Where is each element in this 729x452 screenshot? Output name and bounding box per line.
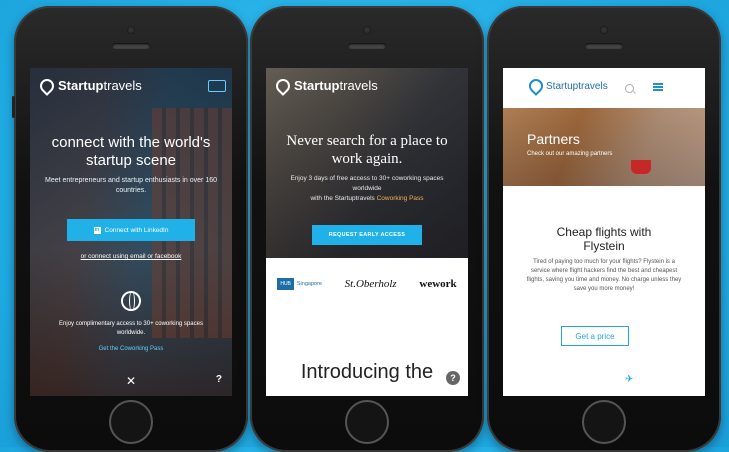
brand-logo[interactable]: Startuptravels [273,75,378,96]
menu-icon[interactable] [208,80,226,92]
request-early-access-button[interactable]: REQUEST EARLY ACCESS [312,225,422,245]
brand-logo[interactable]: Startuptravels [526,76,608,96]
location-pin-icon [273,75,293,96]
linkedin-icon: in [93,226,101,234]
intro-heading: Introducing the [300,361,434,383]
section-title: Cheap flights with Flystein [556,225,652,253]
hamburger-menu-icon[interactable] [653,83,663,91]
home-button [582,400,626,444]
plane-icon: ✈ [625,374,634,385]
brand-name: Startuptravels [546,80,608,92]
section-body: Tired of paying too much for your flight… [526,259,682,292]
phone-mockup-3: Startuptravels Partners Check out our am… [487,6,721,452]
home-button [345,400,389,444]
hero-subtitle: Check out our amazing partners [527,151,613,157]
hero-subtitle: Enjoy 3 days of free access to 30+ cowor… [290,175,444,202]
brand-name: Startuptravels [58,78,142,93]
phone1-screen: Startuptravels connect with the world's … [30,68,232,396]
location-pin-icon [37,75,57,96]
camera-icon [600,26,608,34]
speaker-grille [112,43,150,49]
connect-linkedin-button[interactable]: in Connect with LinkedIn [67,219,195,241]
coworking-pass-highlight: Coworking Pass [376,195,424,202]
hero-headline: Never search for a place to work again. [286,133,448,167]
volume-button [12,96,15,118]
get-a-price-button[interactable]: Get a price [561,326,629,346]
camera-icon [363,26,371,34]
speaker-grille [348,43,386,49]
phone3-screen: Startuptravels Partners Check out our am… [503,68,705,396]
home-button [109,400,153,444]
alt-connect-link[interactable]: or connect using email or facebook [30,253,232,260]
brand-logo[interactable]: Startuptravels [37,75,142,96]
hub-singapore-logo: HUB Singapore [277,278,322,290]
brand-name: Startuptravels [294,78,378,93]
wework-logo: wework [419,278,457,290]
location-pin-icon [526,76,546,96]
hero-image [503,108,705,186]
phone2-screen: Startuptravels Never search for a place … [266,68,468,396]
tools-icon: ✕ [126,374,137,388]
help-icon[interactable]: ? [446,371,460,385]
hero-title: Partners [527,131,580,147]
coworking-pass-link[interactable]: Get the Coworking Pass [30,346,232,352]
phone-mockup-2: Startuptravels Never search for a place … [250,6,484,452]
globe-icon [121,291,141,311]
perk-text: Enjoy complimentary access to 30+ cowork… [59,321,203,336]
hero-subtitle: Meet entrepreneurs and startup enthusias… [45,177,217,194]
help-icon[interactable]: ? [216,374,222,385]
coffee-cup-image [631,160,651,174]
search-icon[interactable] [625,84,634,93]
phone-mockup-1: Startuptravels connect with the world's … [12,6,248,452]
camera-icon [127,26,135,34]
st-oberholz-logo: St.Oberholz [344,278,397,290]
partner-logos: HUB Singapore St.Oberholz wework [266,278,468,290]
speaker-grille [585,43,623,49]
site-header: Startuptravels [503,68,705,108]
hero-headline: connect with the world's startup scene [51,134,211,169]
